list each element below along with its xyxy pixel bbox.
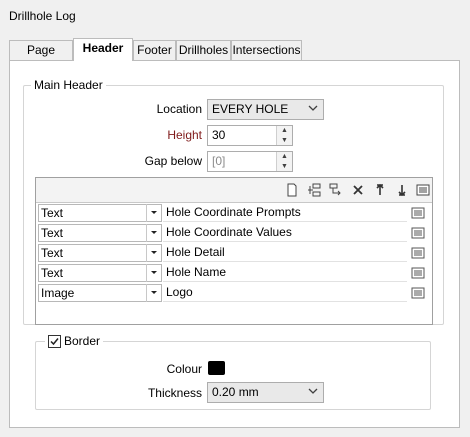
gap-below-spinner-buttons[interactable]: ▲ ▼ (276, 152, 292, 171)
table-row[interactable]: Text Hole Coordinate Prompts (36, 203, 432, 223)
row-type-dropdown[interactable] (146, 284, 162, 302)
caret-down-icon (151, 271, 157, 274)
row-type-dropdown[interactable] (146, 264, 162, 282)
chevron-down-icon (308, 388, 318, 394)
row-type-dropdown[interactable] (146, 204, 162, 222)
spin-down-icon[interactable]: ▼ (277, 136, 292, 145)
row-type-select[interactable]: Text (38, 264, 162, 282)
table-row[interactable]: Text Hole Coordinate Values (36, 223, 432, 243)
row-name[interactable]: Hole Coordinate Prompts (163, 204, 407, 222)
grid-toolbar (36, 178, 432, 203)
caret-down-icon (151, 291, 157, 294)
row-properties-icon[interactable] (411, 226, 425, 240)
row-name[interactable]: Hole Detail (163, 244, 407, 262)
height-spinner[interactable]: 30 ▲ ▼ (207, 125, 293, 146)
window-title: Drillhole Log (9, 9, 76, 23)
row-type-value: Text (41, 246, 64, 260)
caret-down-icon (151, 211, 157, 214)
spin-up-icon[interactable]: ▲ (277, 152, 292, 161)
move-down-icon[interactable] (395, 183, 409, 197)
border-legend: Border (45, 334, 104, 348)
row-type-value: Image (41, 286, 75, 300)
row-name[interactable]: Logo (163, 284, 407, 302)
row-name[interactable]: Hole Coordinate Values (163, 224, 407, 242)
colour-swatch[interactable] (208, 361, 225, 375)
spin-up-icon[interactable]: ▲ (277, 126, 292, 135)
gap-below-label: Gap below (144, 154, 202, 168)
location-label: Location (156, 102, 202, 116)
move-up-icon[interactable] (373, 183, 387, 197)
new-icon[interactable] (285, 183, 299, 197)
location-value: EVERY HOLE (212, 102, 289, 116)
tab-page-setup[interactable]: Page Setup (9, 40, 73, 76)
border-label: Border (64, 334, 101, 348)
caret-down-icon (151, 251, 157, 254)
row-type-value: Text (41, 206, 64, 220)
row-name[interactable]: Hole Name (163, 264, 407, 282)
row-type-select[interactable]: Text (38, 224, 162, 242)
thickness-value: 0.20 mm (212, 385, 259, 399)
tab-drillholes[interactable]: Drillholes (176, 40, 231, 60)
tab-header[interactable]: Header (73, 38, 133, 61)
row-type-value: Text (41, 266, 64, 280)
chevron-down-icon (308, 105, 318, 111)
thickness-label: Thickness (147, 386, 202, 400)
row-properties-icon[interactable] (411, 206, 425, 220)
row-type-select[interactable]: Text (38, 244, 162, 262)
row-type-select[interactable]: Image (38, 284, 162, 302)
border-checkbox[interactable] (48, 334, 61, 348)
properties-icon[interactable] (416, 183, 430, 197)
row-properties-icon[interactable] (411, 266, 425, 280)
main-header-legend: Main Header (31, 78, 106, 92)
height-spinner-buttons[interactable]: ▲ ▼ (276, 126, 292, 145)
row-properties-icon[interactable] (411, 246, 425, 260)
gap-below-spinner[interactable]: [0] ▲ ▼ (207, 151, 293, 172)
delete-icon[interactable] (351, 183, 365, 197)
height-label: Height (167, 128, 202, 142)
row-type-select[interactable]: Text (38, 204, 162, 222)
table-row[interactable]: Text Hole Name (36, 263, 432, 283)
row-type-dropdown[interactable] (146, 244, 162, 262)
thickness-select[interactable]: 0.20 mm (207, 382, 324, 403)
row-type-dropdown[interactable] (146, 224, 162, 242)
table-row[interactable]: Image Logo (36, 283, 432, 303)
insert-row-icon[interactable] (307, 183, 321, 197)
tab-intersections[interactable]: Intersections (231, 40, 302, 60)
caret-down-icon (151, 231, 157, 234)
header-items-grid: Text Hole Coordinate Prompts Text Hole C… (35, 177, 433, 325)
colour-label: Colour (166, 362, 202, 376)
location-select[interactable]: EVERY HOLE (207, 99, 324, 120)
insert-below-icon[interactable] (329, 183, 343, 197)
row-type-value: Text (41, 226, 64, 240)
height-value: 30 (212, 128, 226, 142)
tab-footer[interactable]: Footer (133, 40, 176, 60)
table-row[interactable]: Text Hole Detail (36, 243, 432, 263)
row-properties-icon[interactable] (411, 286, 425, 300)
gap-below-value: [0] (212, 154, 226, 168)
checkmark-icon (50, 337, 59, 345)
spin-down-icon[interactable]: ▼ (277, 162, 292, 171)
